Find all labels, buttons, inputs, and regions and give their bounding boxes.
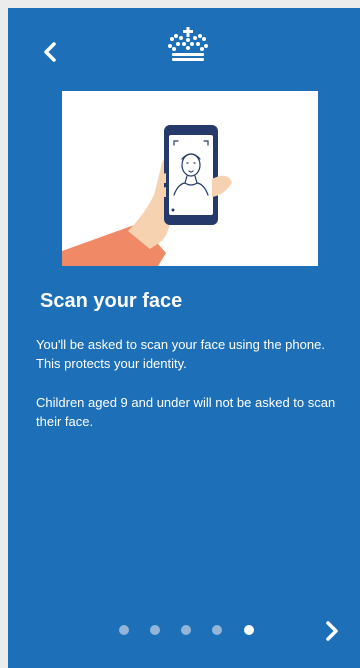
page-title: Scan your face (40, 290, 183, 312)
pagination-dot-5[interactable] (244, 625, 254, 635)
chevron-right-icon (326, 621, 338, 641)
pagination-dot-1[interactable] (119, 625, 129, 635)
children-note-paragraph: Children aged 9 and under will not be as… (36, 395, 336, 429)
back-button[interactable] (38, 35, 66, 69)
pagination-dot-4[interactable] (212, 625, 222, 635)
chevron-left-icon (44, 42, 56, 62)
crown-icon (164, 25, 212, 65)
next-button[interactable] (318, 614, 346, 648)
pagination-dot-3[interactable] (181, 625, 191, 635)
onboarding-screen: Scan your face You'll be asked to scan y… (8, 8, 360, 668)
description-paragraph: You'll be asked to scan your face using … (36, 337, 325, 371)
face-scan-illustration (62, 91, 318, 266)
pagination-dot-2[interactable] (150, 625, 160, 635)
